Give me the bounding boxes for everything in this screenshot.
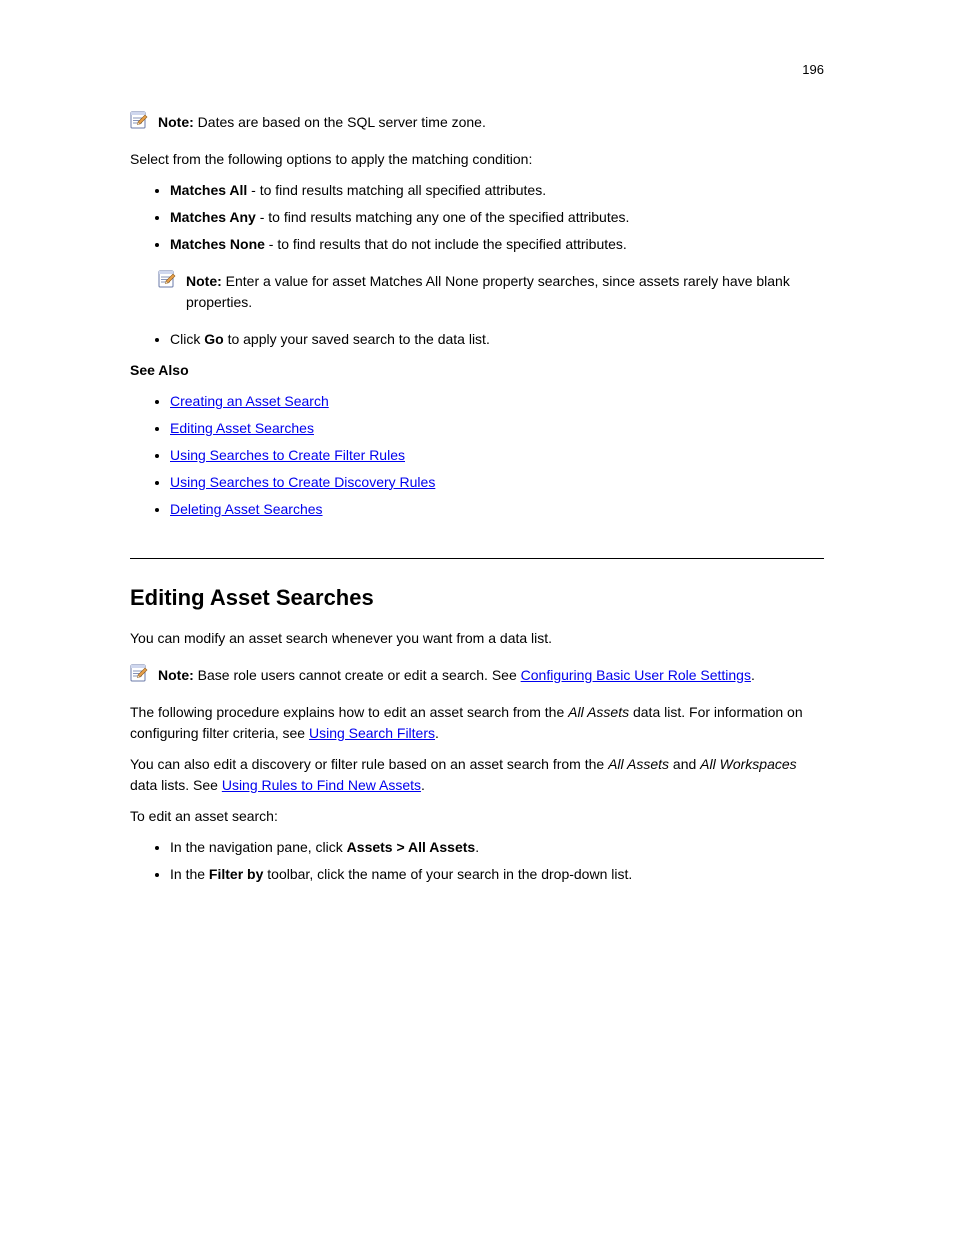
options-intro: Select from the following options to app… bbox=[130, 149, 824, 170]
click-pre: Click bbox=[170, 331, 204, 347]
note-icon bbox=[130, 111, 148, 135]
section-divider bbox=[130, 558, 824, 559]
list-item: Using Searches to Create Filter Rules bbox=[170, 445, 824, 466]
see-also-link[interactable]: Creating an Asset Search bbox=[170, 393, 329, 409]
go-button-label: Go bbox=[204, 331, 223, 347]
note-label: Note: bbox=[158, 114, 194, 130]
see-also-link[interactable]: Deleting Asset Searches bbox=[170, 501, 323, 517]
edit-procedure-intro: The following procedure explains how to … bbox=[130, 702, 824, 744]
p2-post: . bbox=[421, 777, 425, 793]
click-list: Click Go to apply your saved search to t… bbox=[130, 329, 824, 350]
using-search-filters-link[interactable]: Using Search Filters bbox=[309, 725, 435, 741]
using-rules-link[interactable]: Using Rules to Find New Assets bbox=[222, 777, 421, 793]
step-pre: In the bbox=[170, 866, 209, 882]
p2-mid: and bbox=[669, 756, 700, 772]
section-title: Editing Asset Searches bbox=[130, 581, 824, 614]
note-matches-value: Note: Enter a value for asset Matches Al… bbox=[158, 269, 824, 315]
note-text-pre: Base role users cannot create or edit a … bbox=[198, 667, 521, 683]
note-base-role: Note: Base role users cannot create or e… bbox=[130, 663, 824, 688]
steps-intro: To edit an asset search: bbox=[130, 806, 824, 827]
basic-user-role-link[interactable]: Configuring Basic User Role Settings bbox=[521, 667, 751, 683]
match-options-list: Matches All - to find results matching a… bbox=[130, 180, 824, 255]
list-item: In the Filter by toolbar, click the name… bbox=[170, 864, 824, 885]
step-post: toolbar, click the name of your search i… bbox=[263, 866, 632, 882]
list-item: Click Go to apply your saved search to t… bbox=[170, 329, 824, 350]
click-post: to apply your saved search to the data l… bbox=[224, 331, 490, 347]
p2-italic2: All Workspaces bbox=[700, 756, 796, 772]
list-item: Matches All - to find results matching a… bbox=[170, 180, 824, 201]
note-text: Dates are based on the SQL server time z… bbox=[198, 114, 486, 130]
edit-rule-note: You can also edit a discovery or filter … bbox=[130, 754, 824, 796]
page-number: 196 bbox=[130, 60, 824, 80]
p2-pre: You can also edit a discovery or filter … bbox=[130, 756, 608, 772]
list-item: Using Searches to Create Discovery Rules bbox=[170, 472, 824, 493]
note-text-post: . bbox=[751, 667, 755, 683]
step-bold: Filter by bbox=[209, 866, 263, 882]
note-icon bbox=[130, 664, 148, 688]
option-desc: - to find results matching any one of th… bbox=[256, 209, 630, 225]
see-also-link[interactable]: Using Searches to Create Discovery Rules bbox=[170, 474, 435, 490]
note-text: Enter a value for asset Matches All None… bbox=[186, 273, 790, 310]
steps-list: In the navigation pane, click Assets > A… bbox=[130, 837, 824, 885]
note-icon bbox=[158, 270, 176, 294]
step-pre: In the navigation pane, click bbox=[170, 839, 347, 855]
see-also-heading: See Also bbox=[130, 360, 824, 381]
p2-italic1: All Assets bbox=[608, 756, 669, 772]
list-item: Matches None - to find results that do n… bbox=[170, 234, 824, 255]
p2-mid2: data lists. See bbox=[130, 777, 222, 793]
list-item: Creating an Asset Search bbox=[170, 391, 824, 412]
step-post: . bbox=[475, 839, 479, 855]
p1-post: . bbox=[435, 725, 439, 741]
note-dates: Note: Dates are based on the SQL server … bbox=[130, 110, 824, 135]
option-desc: - to find results that do not include th… bbox=[265, 236, 627, 252]
list-item: Editing Asset Searches bbox=[170, 418, 824, 439]
option-label: Matches All bbox=[170, 182, 247, 198]
list-item: Deleting Asset Searches bbox=[170, 499, 824, 520]
option-label: Matches Any bbox=[170, 209, 256, 225]
edit-intro: You can modify an asset search whenever … bbox=[130, 628, 824, 649]
p1-italic1: All Assets bbox=[568, 704, 629, 720]
see-also-link[interactable]: Using Searches to Create Filter Rules bbox=[170, 447, 405, 463]
note-label: Note: bbox=[158, 667, 194, 683]
option-label: Matches None bbox=[170, 236, 265, 252]
note-label: Note: bbox=[186, 273, 222, 289]
list-item: Matches Any - to find results matching a… bbox=[170, 207, 824, 228]
see-also-link[interactable]: Editing Asset Searches bbox=[170, 420, 314, 436]
option-desc: - to find results matching all specified… bbox=[247, 182, 546, 198]
see-also-list: Creating an Asset Search Editing Asset S… bbox=[130, 391, 824, 520]
p1-pre: The following procedure explains how to … bbox=[130, 704, 568, 720]
list-item: In the navigation pane, click Assets > A… bbox=[170, 837, 824, 858]
step-bold: Assets > All Assets bbox=[347, 839, 476, 855]
